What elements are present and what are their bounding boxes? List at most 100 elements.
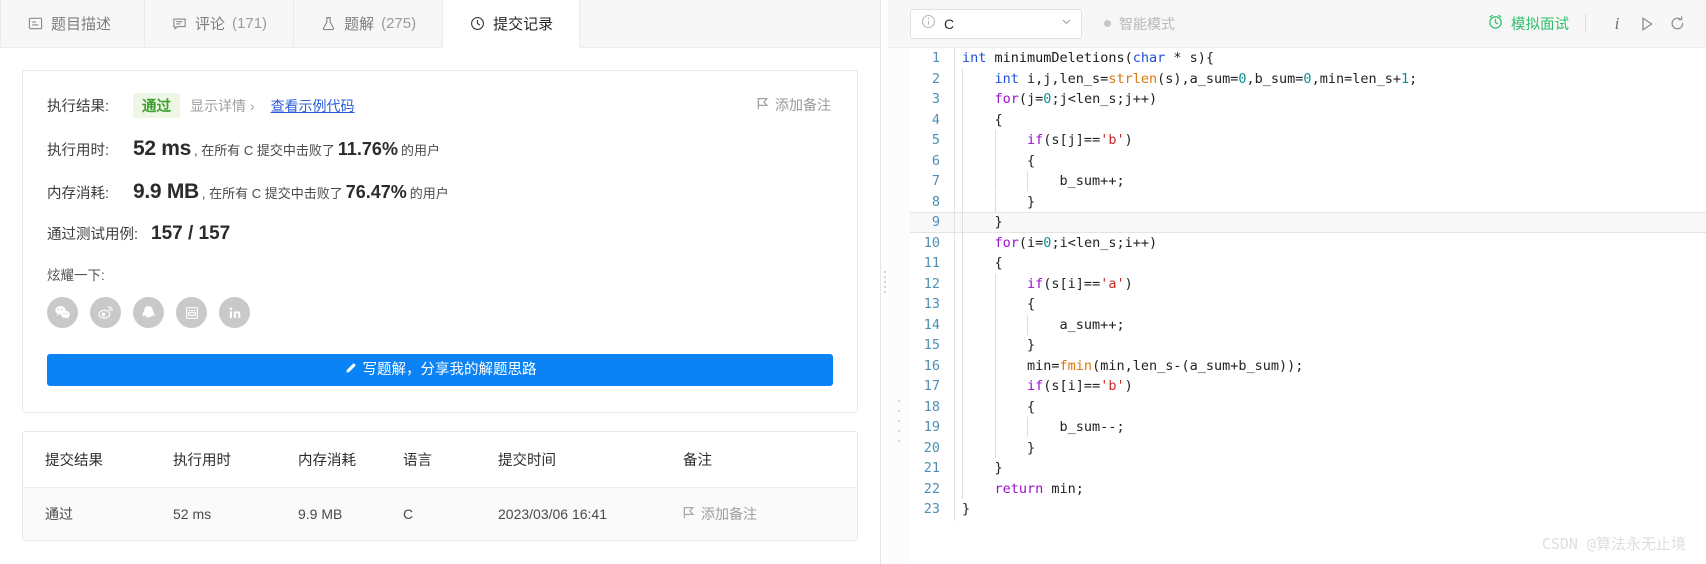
code-token: 0: [1303, 70, 1312, 87]
code-editor[interactable]: 1 int minimumDeletions(char * s){2 int i,…: [888, 48, 1706, 564]
col-header-language: 语言: [403, 432, 498, 488]
line-number: 21: [923, 460, 940, 476]
qq-icon[interactable]: [133, 297, 164, 328]
code-line[interactable]: 3 for(j=0;j<len_s;j++): [910, 88, 1706, 110]
indent-guide: [962, 71, 995, 87]
show-detail-link[interactable]: 显示详情 ›: [190, 96, 255, 116]
indent-guide: [995, 173, 1028, 189]
status-dot-icon: [1104, 20, 1111, 27]
code-line[interactable]: 13 {: [910, 293, 1706, 315]
info-icon: [921, 14, 936, 34]
code-line[interactable]: 7 b_sum++;: [910, 170, 1706, 192]
code-line[interactable]: 14 a_sum++;: [910, 313, 1706, 336]
line-number: 23: [923, 501, 940, 517]
line-content: for(j=0;j<len_s;j++): [954, 88, 1157, 110]
code-token: {: [1027, 398, 1036, 415]
tab-description[interactable]: 题目描述: [0, 0, 146, 47]
write-solution-button[interactable]: 写题解，分享我的解题思路: [47, 354, 833, 386]
tab-solutions[interactable]: 题解 (275): [294, 0, 444, 47]
code-line[interactable]: 15 }: [910, 334, 1706, 356]
table-header-row: 提交结果 执行用时 内存消耗 语言 提交时间 备注: [23, 432, 857, 488]
cell-note[interactable]: 添加备注: [683, 487, 857, 540]
code-line[interactable]: 22 return min;: [910, 477, 1706, 500]
wechat-icon[interactable]: [47, 297, 78, 328]
code-line[interactable]: 1 int minimumDeletions(char * s){: [910, 48, 1706, 69]
code-line[interactable]: 12 if(s[i]=='a'): [910, 272, 1706, 295]
code-line[interactable]: 19 b_sum--;: [910, 416, 1706, 438]
tab-submissions[interactable]: 提交记录: [443, 0, 581, 48]
code-line[interactable]: 17 if(s[i]=='b'): [910, 375, 1706, 397]
code-token: }: [1027, 337, 1036, 353]
row-add-note-button[interactable]: 添加备注: [683, 504, 857, 524]
code-line[interactable]: 21 }: [910, 457, 1706, 479]
code-line[interactable]: 8 }: [910, 190, 1706, 213]
code-line[interactable]: 11 {: [910, 252, 1706, 274]
mock-interview-button[interactable]: 模拟面试: [1487, 13, 1569, 34]
line-content: if(s[j]=='b'): [954, 129, 1133, 151]
indent-guide: [995, 153, 1028, 169]
indent-guide: [962, 276, 995, 292]
code-line[interactable]: 2 int i,j,len_s=strlen(s),a_sum=0,b_sum=…: [910, 67, 1706, 90]
runtime-row: 执行用时: 52 ms , 在所有 C 提交中击败了 11.76% 的用户: [47, 137, 833, 161]
memory-prefix: , 在所有 C 提交中击败了: [201, 186, 343, 201]
code-line[interactable]: 9 }: [910, 211, 1706, 233]
indent-guide: [962, 194, 995, 210]
description-icon: [27, 15, 44, 32]
code-line[interactable]: 5 if(s[j]=='b'): [910, 129, 1706, 151]
code-line[interactable]: 4 {: [910, 108, 1706, 131]
code-token: (j=: [1018, 91, 1044, 107]
code-line[interactable]: 6 {: [910, 149, 1706, 172]
code-line[interactable]: 20 }: [910, 436, 1706, 459]
leetcode-submission-page: 题目描述 评论 (171) 题解 (275) 提交记录 添加备注 执行结果: 通…: [0, 0, 1706, 564]
language-value: C: [944, 15, 955, 32]
runtime-suffix: 的用户: [400, 143, 440, 158]
linkedin-icon[interactable]: [219, 297, 250, 328]
language-selector[interactable]: C: [910, 8, 1082, 39]
indent-guide: [962, 132, 995, 148]
cell-status[interactable]: 通过: [23, 487, 173, 540]
indent-guide: [962, 358, 995, 374]
indent-guide: [995, 132, 1028, 148]
line-number: 10: [923, 234, 940, 251]
table-row[interactable]: 通过 52 ms 9.9 MB C 2023/03/06 16:41 添加备注: [23, 487, 857, 540]
code-line[interactable]: 16 min=fmin(min,len_s-(a_sum+b_sum));: [910, 354, 1706, 377]
line-content: }: [954, 211, 1003, 233]
pane-resizer[interactable]: [880, 0, 888, 564]
code-token: }: [994, 214, 1003, 230]
editor-header: C 智能模式 模拟面试 i: [888, 0, 1706, 48]
flag-icon: [757, 97, 769, 113]
code-line[interactable]: 18 {: [910, 395, 1706, 418]
code-token: ,b_sum=: [1246, 70, 1304, 87]
line-number: 9: [931, 214, 940, 230]
tab-comments[interactable]: 评论 (171): [145, 0, 295, 47]
view-sample-code-link[interactable]: 查看示例代码: [271, 96, 355, 116]
code-token: ): [1124, 132, 1133, 148]
col-header-note: 备注: [683, 432, 857, 488]
code-token: 'b': [1100, 132, 1125, 148]
code-token: min=: [1027, 357, 1060, 374]
fold-gutter[interactable]: [888, 48, 910, 564]
code-lines[interactable]: 1 int minimumDeletions(char * s){2 int i,…: [910, 48, 1706, 564]
indent-guide: [962, 440, 995, 456]
douban-icon[interactable]: [176, 297, 207, 328]
info-button[interactable]: i: [1602, 9, 1632, 39]
code-line[interactable]: 23}: [910, 498, 1706, 520]
code-token: char: [1132, 50, 1166, 66]
line-number: 16: [923, 357, 940, 374]
indent-guide: [962, 173, 995, 189]
refresh-icon[interactable]: [1662, 9, 1692, 39]
smart-mode-toggle[interactable]: 智能模式: [1104, 14, 1175, 34]
weibo-icon[interactable]: [90, 297, 121, 328]
indent-guide: [1027, 419, 1060, 435]
play-icon[interactable]: [1632, 9, 1662, 39]
code-token: }: [962, 501, 971, 517]
line-content: min=fmin(min,len_s-(a_sum+b_sum));: [954, 354, 1303, 377]
tab-bar: 题目描述 评论 (171) 题解 (275) 提交记录: [0, 0, 880, 48]
code-line[interactable]: 10 for(i=0;i<len_s;i++): [910, 231, 1706, 254]
line-content: {: [954, 395, 1036, 418]
indent-guide: [1027, 317, 1060, 333]
runtime-value: 52 ms: [133, 137, 192, 160]
code-token: int: [962, 50, 987, 66]
add-note-label: 添加备注: [775, 97, 831, 113]
add-note-button[interactable]: 添加备注: [757, 95, 831, 115]
